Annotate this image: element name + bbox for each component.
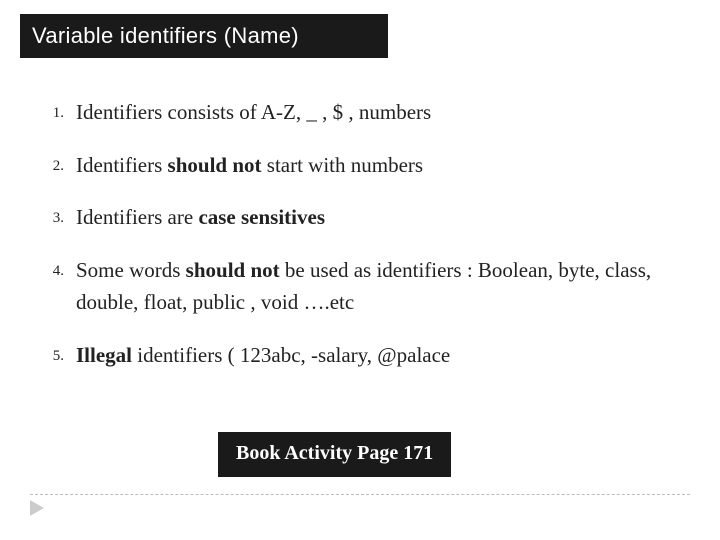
list-text: Identifiers are case sensitives xyxy=(76,201,690,234)
bold-span: should not xyxy=(186,258,280,282)
list-item: 1.Identifiers consists of A-Z, _ , $ , n… xyxy=(46,96,690,129)
list-text: Illegal identifiers ( 123abc, -salary, @… xyxy=(76,339,690,372)
activity-badge: Book Activity Page 171 xyxy=(218,432,451,477)
bold-span: Illegal xyxy=(76,343,132,367)
list-text: Identifiers should not start with number… xyxy=(76,149,690,182)
list-number: 1. xyxy=(46,96,76,125)
list-item: 5.Illegal identifiers ( 123abc, -salary,… xyxy=(46,339,690,372)
footer-divider xyxy=(30,494,690,495)
text-span: Identifiers consists of A-Z, _ , $ , num… xyxy=(76,100,431,124)
text-span: start with numbers xyxy=(262,153,424,177)
numbered-list: 1.Identifiers consists of A-Z, _ , $ , n… xyxy=(46,96,690,391)
list-number: 3. xyxy=(46,201,76,230)
text-span: Identifiers are xyxy=(76,205,198,229)
list-item: 4.Some words should not be used as ident… xyxy=(46,254,690,319)
list-number: 2. xyxy=(46,149,76,178)
list-item: 2.Identifiers should not start with numb… xyxy=(46,149,690,182)
slide-title-bar: Variable identifiers (Name) xyxy=(20,14,388,58)
list-text: Identifiers consists of A-Z, _ , $ , num… xyxy=(76,96,690,129)
slide-title: Variable identifiers (Name) xyxy=(32,23,299,49)
text-span: identifiers ( 123abc, -salary, @palace xyxy=(132,343,450,367)
list-item: 3.Identifiers are case sensitives xyxy=(46,201,690,234)
list-text: Some words should not be used as identif… xyxy=(76,254,690,319)
bold-span: case sensitives xyxy=(198,205,325,229)
bold-span: should not xyxy=(168,153,262,177)
list-number: 5. xyxy=(46,339,76,368)
footer-arrow-icon xyxy=(30,500,44,516)
text-span: Some words xyxy=(76,258,186,282)
text-span: Identifiers xyxy=(76,153,168,177)
list-number: 4. xyxy=(46,254,76,283)
